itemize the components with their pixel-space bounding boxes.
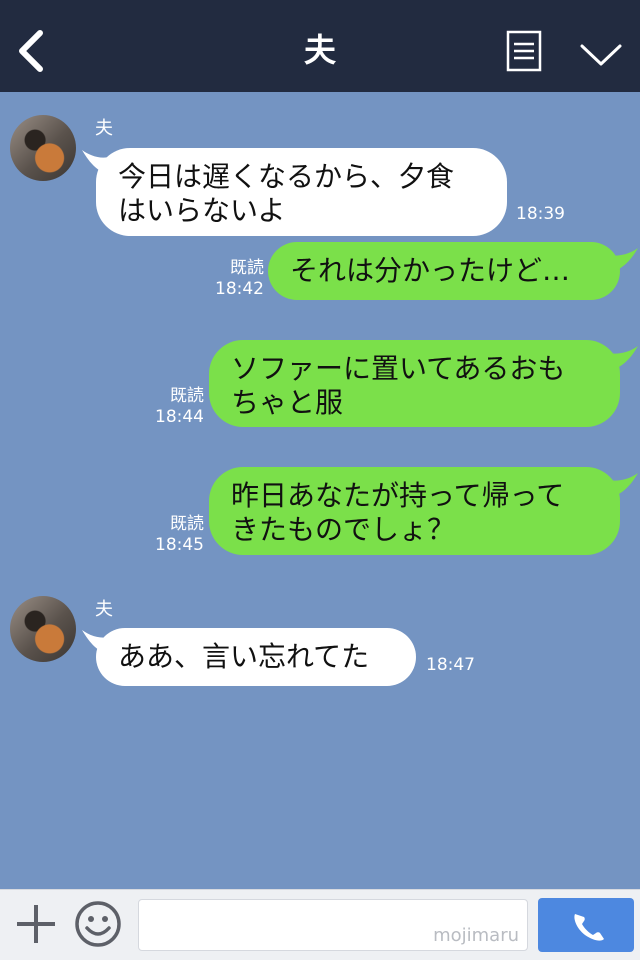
chat-header: 夫	[0, 0, 640, 92]
message-line: それは分かったけど…	[290, 254, 571, 287]
phone-icon	[574, 914, 604, 941]
message-bubble[interactable]: 昨日あなたが持って帰って きたものでしょ？	[209, 467, 620, 555]
message-line: きたものでしょ？	[231, 513, 456, 546]
chat-area[interactable]: 夫 今日は遅くなるから、夕食 はいらないよ 18:39 既読 18:42 それは…	[0, 92, 640, 889]
call-button[interactable]	[538, 898, 634, 952]
message-bubble[interactable]: ソファーに置いてあるおも ちゃと服	[209, 340, 620, 427]
bubble-tail	[606, 248, 638, 274]
list-icon	[506, 30, 542, 72]
avatar[interactable]	[10, 115, 76, 181]
menu-button[interactable]	[506, 30, 542, 72]
read-receipt: 既読	[170, 514, 204, 534]
bubble-tail	[606, 346, 638, 372]
input-bar: mojimaru	[0, 889, 640, 960]
chevron-down-icon	[580, 44, 622, 66]
message-bubble[interactable]: 今日は遅くなるから、夕食 はいらないよ	[96, 148, 507, 236]
message-line: ああ、言い忘れてた	[118, 640, 370, 673]
message-line: ソファーに置いてあるおも	[231, 352, 566, 385]
message-input[interactable]: mojimaru	[138, 899, 528, 951]
sender-name: 夫	[95, 118, 113, 139]
message-time: 18:47	[426, 655, 475, 675]
message-time: 18:45	[155, 535, 204, 555]
smiley-icon	[75, 901, 121, 947]
message-time: 18:39	[516, 204, 565, 224]
message-bubble[interactable]: それは分かったけど…	[268, 242, 620, 300]
bubble-tail	[606, 473, 638, 499]
message-line: ちゃと服	[231, 386, 344, 419]
message-time: 18:42	[215, 279, 264, 299]
read-receipt: 既読	[230, 258, 264, 278]
message-line: 今日は遅くなるから、夕食	[118, 160, 455, 193]
add-button[interactable]	[14, 902, 58, 946]
message-line: 昨日あなたが持って帰って	[231, 479, 565, 512]
avatar[interactable]	[10, 596, 76, 662]
plus-icon	[17, 905, 55, 943]
chat-title: 夫	[303, 31, 336, 69]
emoji-button[interactable]	[74, 900, 122, 948]
sender-name: 夫	[95, 599, 113, 620]
dropdown-button[interactable]	[578, 40, 624, 68]
watermark: mojimaru	[433, 925, 519, 946]
read-receipt: 既読	[170, 386, 204, 406]
message-time: 18:44	[155, 407, 204, 427]
message-bubble[interactable]: ああ、言い忘れてた	[96, 628, 416, 686]
message-line: はいらないよ	[118, 194, 286, 227]
